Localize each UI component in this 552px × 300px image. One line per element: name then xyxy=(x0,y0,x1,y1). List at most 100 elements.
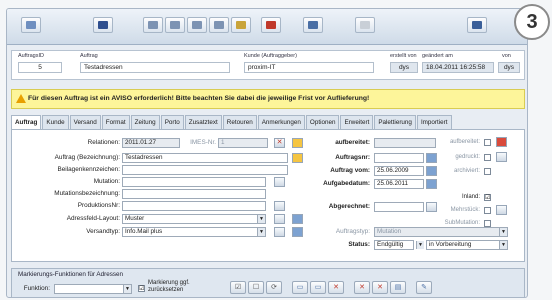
auftrag-bezeichnung-label: Auftrag (Bezeichnung): xyxy=(54,154,120,161)
first-icon[interactable] xyxy=(143,17,163,33)
next-icon[interactable] xyxy=(187,17,207,33)
last-icon[interactable] xyxy=(209,17,229,33)
submutation-checkbox[interactable] xyxy=(484,220,491,227)
invert-icon[interactable]: ⟳ xyxy=(266,281,282,294)
auftragstyp-select[interactable]: Mutation xyxy=(374,227,508,237)
mark-list-icon[interactable]: ▤ xyxy=(390,281,406,294)
binoculars-icon[interactable] xyxy=(303,17,323,33)
tab-zusatztext[interactable]: Zusatztext xyxy=(184,115,222,129)
mark-delete-icon[interactable]: ✕ xyxy=(354,281,370,294)
auftragsnr-label: Auftragsnr: xyxy=(335,154,370,161)
prev-icon[interactable] xyxy=(165,17,185,33)
select-none-icon[interactable]: ☐ xyxy=(248,281,264,294)
tab-palettierung[interactable]: Palettierung xyxy=(374,115,416,129)
auftrag-id-value: 5 xyxy=(18,62,62,73)
binoculars-small-icon[interactable] xyxy=(292,214,303,224)
mutationsbezeichnung-field[interactable] xyxy=(122,189,266,199)
abgerechnet-label: Abgerechnet: xyxy=(328,203,370,210)
mehrstueck-checkbox[interactable] xyxy=(484,207,491,214)
produktionsnr-field[interactable] xyxy=(122,201,266,211)
tab-importiert[interactable]: Importiert xyxy=(416,115,452,129)
clear-icon[interactable]: ✕ xyxy=(274,138,285,148)
mark-delete-2-icon[interactable]: ✕ xyxy=(372,281,388,294)
status-label: Status: xyxy=(348,241,370,248)
aviso-warning-banner: Für diesen Auftrag ist ein AVISO erforde… xyxy=(11,89,525,109)
auftragsnr-field[interactable] xyxy=(374,153,424,163)
delete-icon[interactable] xyxy=(261,17,281,33)
aufgabedatum-field[interactable]: 25.06.2011 xyxy=(374,179,424,189)
funktion-label: Funktion: xyxy=(23,285,50,292)
archiviert-checkbox[interactable] xyxy=(484,168,491,175)
von-value: dys xyxy=(498,62,520,73)
tab-kunde[interactable]: Kunde xyxy=(42,115,69,129)
edit-icon-4[interactable] xyxy=(274,227,285,237)
gedruckt-checkbox[interactable] xyxy=(484,154,491,161)
von-label: von xyxy=(502,53,511,59)
copy-icon[interactable]: ▭ xyxy=(292,281,308,294)
info-icon[interactable] xyxy=(467,17,487,33)
auftrag-vom-label: Auftrag vom: xyxy=(330,167,370,174)
delete-small-icon[interactable] xyxy=(496,137,507,147)
relationen-label: Relationen: xyxy=(87,139,120,146)
chevron-down-icon-4[interactable]: ▼ xyxy=(416,241,424,249)
chevron-down-icon-5[interactable]: ▼ xyxy=(499,241,507,249)
tab-versand[interactable]: Versand xyxy=(69,115,101,129)
edit-icon-2[interactable] xyxy=(274,201,285,211)
tab-retouren[interactable]: Retouren xyxy=(222,115,257,129)
binoculars-small-icon-2[interactable] xyxy=(292,227,303,237)
tab-porto[interactable]: Porto xyxy=(160,115,184,129)
versandtyp-select[interactable]: Info.Mail plus xyxy=(122,227,266,237)
markierung-reset-checkbox[interactable]: ☑ xyxy=(138,285,145,292)
remove-icon[interactable]: ✕ xyxy=(328,281,344,294)
imes-field[interactable]: 1 xyxy=(218,138,268,148)
warning-small-icon-2[interactable] xyxy=(292,153,303,163)
tab-format[interactable]: Format xyxy=(101,115,130,129)
tab-optionen[interactable]: Optionen xyxy=(305,115,340,129)
aufbereitet-field[interactable] xyxy=(374,138,436,148)
select-all-icon[interactable]: ☑ xyxy=(230,281,246,294)
r-aufbereitet-label: aufbereitet: xyxy=(449,139,480,145)
chevron-down-icon-2[interactable]: ▼ xyxy=(257,228,265,236)
relationen-field[interactable]: 2011.01.27 xyxy=(122,138,180,148)
mutation-field[interactable] xyxy=(122,177,266,187)
status-value: Endgültig xyxy=(377,241,404,248)
abgerechnet-field[interactable] xyxy=(374,202,424,212)
save-icon[interactable] xyxy=(93,17,113,33)
r-gedruckt-label: gedruckt: xyxy=(455,154,480,160)
tab-zeitung[interactable]: Zeitung xyxy=(130,115,160,129)
tab-auftrag[interactable]: Auftrag xyxy=(11,115,42,130)
warning-small-icon[interactable] xyxy=(292,138,303,148)
funktion-select[interactable] xyxy=(54,284,132,294)
paste-icon[interactable]: ▭ xyxy=(310,281,326,294)
inland-checkbox[interactable]: ☑ xyxy=(484,194,491,201)
aufbereitet-checkbox[interactable] xyxy=(484,139,491,146)
chevron-down-icon[interactable]: ▼ xyxy=(257,215,265,223)
adressfeld-layout-select[interactable]: Muster xyxy=(122,214,266,224)
auftragstyp-label: Auftragstyp: xyxy=(335,228,370,235)
auftrag-vom-field[interactable]: 25.06.2009 xyxy=(374,166,424,176)
tool-icon[interactable] xyxy=(355,17,375,33)
auftrag-bezeichnung-field[interactable]: Testadressen xyxy=(122,153,288,163)
search-small-icon-2[interactable] xyxy=(496,205,507,215)
warning-icon xyxy=(16,94,26,103)
window-icon[interactable] xyxy=(21,17,41,33)
tab-erweitert[interactable]: Erweitert xyxy=(340,115,374,129)
aufgabedatum-label: Aufgabedatum: xyxy=(323,180,370,187)
chevron-down-icon-3[interactable]: ▼ xyxy=(499,228,507,236)
aufbereitet-label: aufbereitet: xyxy=(335,139,370,146)
edit-icon[interactable] xyxy=(274,177,285,187)
search-small-icon[interactable] xyxy=(496,152,507,162)
tab-anmerkungen[interactable]: Anmerkungen xyxy=(257,115,305,129)
calendar-icon-2[interactable] xyxy=(426,179,437,189)
export-icon[interactable] xyxy=(231,17,251,33)
markierung-section: Markierungs-Funktionen für Adressen Funk… xyxy=(11,268,525,297)
produktionsnr-label: ProduktionsNr: xyxy=(77,202,120,209)
status-select[interactable]: Endgültig xyxy=(374,240,414,250)
chevron-down-icon-6[interactable]: ▼ xyxy=(123,285,131,293)
status-phase-select[interactable]: in Vorbereitung xyxy=(426,240,508,250)
kunde-value: proxim-IT xyxy=(244,62,374,73)
markierung-header: Markierungs-Funktionen für Adressen xyxy=(18,271,123,278)
beilagen-field[interactable] xyxy=(122,165,288,175)
edit-icon-3[interactable] xyxy=(274,214,285,224)
mark-edit-icon[interactable]: ✎ xyxy=(416,281,432,294)
